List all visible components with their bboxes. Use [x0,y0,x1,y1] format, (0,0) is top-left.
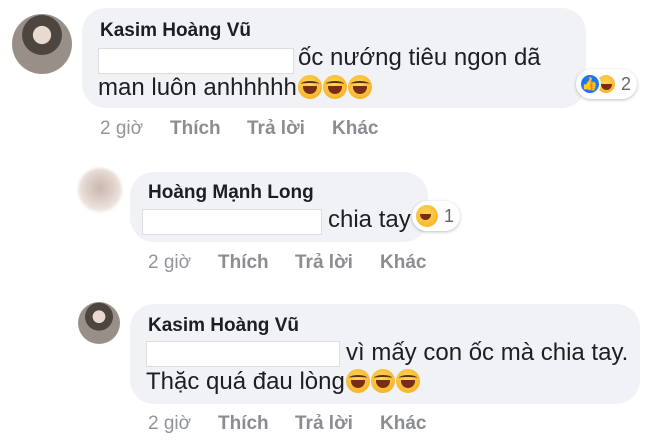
rofl-emoji-icon [370,369,395,393]
thumbs-up-icon: 👍 [579,73,601,95]
reaction-count: 2 [621,73,632,94]
reply-button[interactable]: Trả lời [247,118,305,140]
like-button[interactable]: Thích [218,413,269,435]
redacted-mention [146,341,340,367]
like-button[interactable]: Thích [170,118,221,140]
reply-button[interactable]: Trả lời [295,252,353,274]
comment-text-line1-text: chia tay [328,206,411,233]
comment-author[interactable]: Kasim Hoàng Vũ [148,315,299,337]
comment-text-line1: chia tay [328,204,411,236]
comment-text-line2: Thặc quá đau lòng [146,366,420,398]
avatar[interactable] [12,14,72,74]
redacted-mention [142,209,322,235]
comment-timestamp[interactable]: 2 giờ [100,118,143,140]
more-button[interactable]: Khác [332,118,378,140]
rofl-emoji-icon [347,75,372,99]
comment-timestamp[interactable]: 2 giờ [148,413,191,435]
rofl-emoji-icon [395,369,420,393]
like-button[interactable]: Thích [218,252,269,274]
rofl-emoji-icon [322,75,347,99]
comment-text-line1: ốc nướng tiêu ngon dã [298,44,541,71]
comment-text-line1: vì mấy con ốc mà chia tay. [346,339,629,366]
rofl-emoji-icon [297,75,322,99]
comment-timestamp[interactable]: 2 giờ [148,252,191,274]
haha-emoji-icon [414,203,440,229]
comment-text-line2-text: Thặc quá đau lòng [146,368,345,395]
reply-button[interactable]: Trả lời [295,413,353,435]
reaction-count: 1 [444,205,455,226]
rofl-emoji-icon [345,369,370,393]
comment-author[interactable]: Hoàng Mạnh Long [148,182,314,204]
reaction-summary[interactable]: 1 [412,201,461,231]
reaction-summary[interactable]: 👍 2 [576,69,638,99]
comment-author[interactable]: Kasim Hoàng Vũ [100,20,251,42]
more-button[interactable]: Khác [380,252,426,274]
comment-text-line2-text: man luôn anhhhhh [98,74,297,101]
comment-text-line2: man luôn anhhhhh [98,72,372,104]
redacted-mention [98,48,294,74]
avatar[interactable] [78,168,122,212]
more-button[interactable]: Khác [380,413,426,435]
avatar[interactable] [78,302,120,344]
